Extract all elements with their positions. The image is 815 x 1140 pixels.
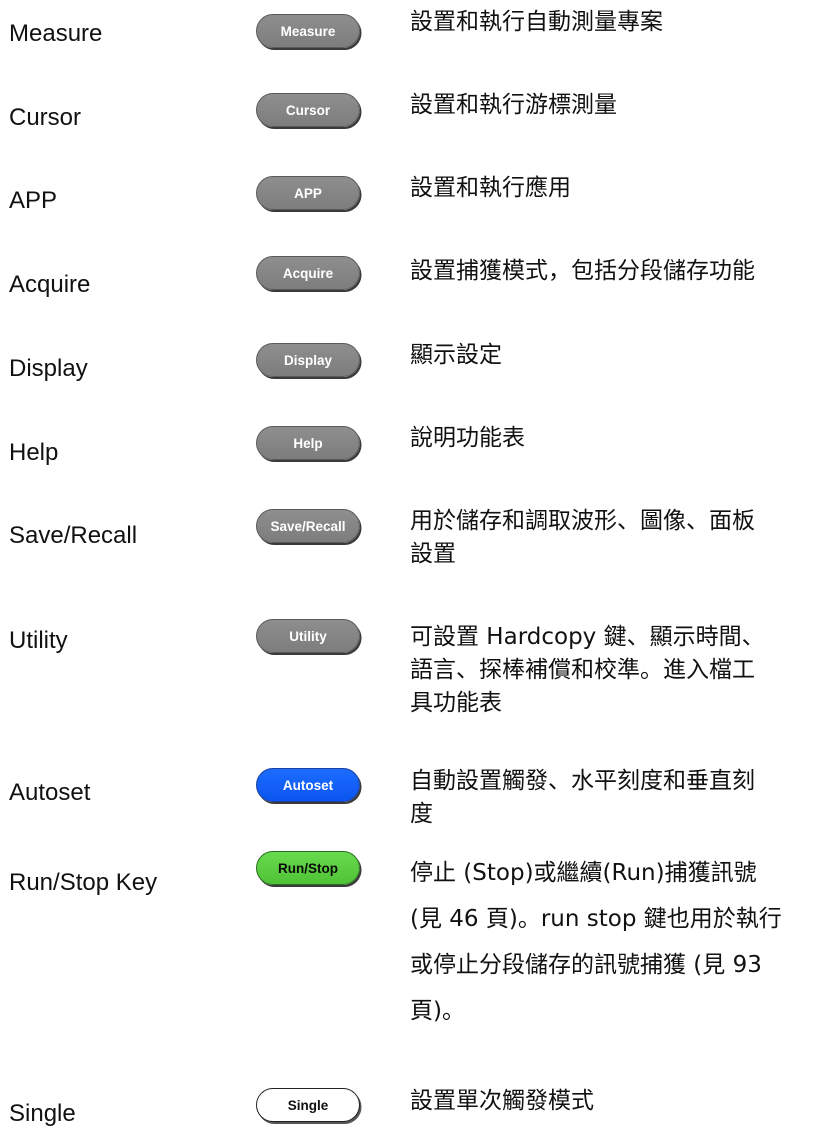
cursor-button[interactable]: Cursor (256, 93, 360, 127)
description-line: 設置捕獲模式，包括分段儲存功能 (410, 258, 755, 284)
key-name: Autoset (9, 779, 91, 806)
key-description: 停止 (Stop)或繼續(Run)捕獲訊號 (見 46 頁)。run stop … (410, 850, 810, 1034)
acquire-button[interactable]: Acquire (256, 256, 360, 290)
description-line: 具功能表 (410, 690, 502, 716)
key-name: Display (9, 355, 88, 382)
description-line: 設置和執行應用 (410, 175, 571, 201)
key-description: 說明功能表 (410, 422, 810, 455)
key-name: Measure (9, 20, 103, 47)
help-button[interactable]: Help (256, 426, 360, 460)
key-name: Help (9, 439, 59, 466)
key-description: 用於儲存和調取波形、圖像、面板 設置 (410, 505, 810, 571)
description-line: 設置 (410, 541, 456, 567)
key-description: 顯示設定 (410, 339, 810, 372)
key-description: 設置捕獲模式，包括分段儲存功能 (410, 255, 810, 288)
description-line: 頁)。 (410, 998, 465, 1024)
save-recall-button[interactable]: Save/Recall (256, 509, 360, 543)
single-button[interactable]: Single (256, 1088, 360, 1122)
key-description: 可設置 Hardcopy 鍵、顯示時間、 語言、探棒補償和校準。進入檔工 具功能… (410, 621, 810, 720)
key-name: Save/Recall (9, 522, 138, 549)
description-line: 顯示設定 (410, 342, 502, 368)
key-description: 設置和執行游標測量 (410, 89, 810, 122)
description-line: 或停止分段儲存的訊號捕獲 (見 93 (410, 952, 762, 978)
autoset-button[interactable]: Autoset (256, 768, 360, 802)
description-line: 說明功能表 (410, 425, 525, 451)
utility-button[interactable]: Utility (256, 619, 360, 653)
measure-button[interactable]: Measure (256, 14, 360, 48)
run-stop-button[interactable]: Run/Stop (256, 851, 360, 885)
key-description: 設置和執行自動測量專案 (410, 6, 810, 39)
key-name: APP (9, 187, 58, 214)
key-description: 設置和執行應用 (410, 172, 810, 205)
key-name: Single (9, 1100, 76, 1127)
description-line: 用於儲存和調取波形、圖像、面板 (410, 508, 755, 534)
description-line: 設置單次觸發模式 (410, 1088, 594, 1114)
key-description: 設置單次觸發模式 (410, 1085, 810, 1118)
key-description: 自動設置觸發、水平刻度和垂直刻 度 (410, 765, 810, 831)
key-name: Cursor (9, 104, 82, 131)
description-line: 設置和執行自動測量專案 (410, 9, 663, 35)
app-button[interactable]: APP (256, 176, 360, 210)
key-name: Run/Stop Key (9, 869, 158, 896)
description-line: 設置和執行游標測量 (410, 92, 617, 118)
description-line: 停止 (Stop)或繼續(Run)捕獲訊號 (410, 860, 757, 886)
description-line: 自動設置觸發、水平刻度和垂直刻 (410, 768, 755, 794)
description-line: 可設置 Hardcopy 鍵、顯示時間、 (410, 624, 765, 650)
description-line: 度 (410, 801, 433, 827)
key-name: Acquire (9, 271, 91, 298)
description-line: (見 46 頁)。run stop 鍵也用於執行 (410, 906, 782, 932)
display-button[interactable]: Display (256, 343, 360, 377)
key-name: Utility (9, 627, 68, 654)
description-line: 語言、探棒補償和校準。進入檔工 (410, 657, 755, 683)
